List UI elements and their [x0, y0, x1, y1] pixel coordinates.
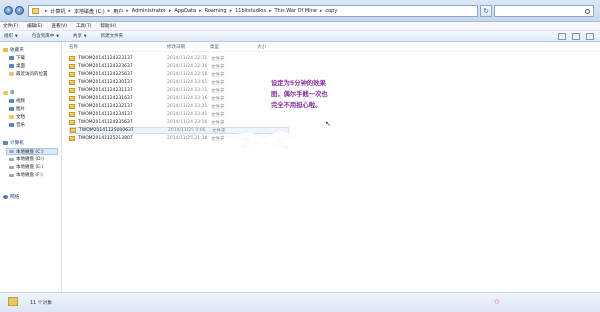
folder-icon	[69, 112, 75, 117]
download-icon	[9, 56, 14, 60]
preview-pane-icon[interactable]	[572, 33, 580, 40]
folder-icon	[69, 120, 75, 125]
annotation-text: 设定为5分钟的效果 图，偶尔手贱一次也 完全不用担心啦。	[271, 80, 328, 109]
breadcrumb-copy[interactable]: ▸ copy	[317, 8, 337, 14]
sidebar-item-drive-e[interactable]: 本地磁盘 (E:)	[9, 164, 43, 170]
menu-edit[interactable]: 编辑(E)	[27, 23, 42, 29]
column-header-date[interactable]: 修改日期	[167, 44, 185, 50]
library-icon	[3, 91, 8, 95]
view-options-icon[interactable]	[558, 33, 566, 40]
item-count: 11 个对象	[30, 301, 53, 306]
watermark-logo-icon: ✿	[494, 298, 500, 306]
sidebar-favorites[interactable]: 收藏夹	[3, 47, 24, 53]
folder-icon	[8, 297, 18, 306]
folder-icon	[70, 128, 76, 133]
include-library-button[interactable]: 包含到库中 ▼	[32, 33, 59, 39]
table-row[interactable]: TWOM20141124223637 2014/11/24 22:36 文件夹	[69, 63, 289, 70]
star-icon	[3, 48, 8, 52]
breadcrumb-computer[interactable]: ▸ 计算机	[42, 8, 66, 15]
sidebar-item-drive-d[interactable]: 本地磁盘 (D:)	[9, 156, 44, 162]
navigation-pane: 收藏夹 下载 桌面 最近访问的位置 库 视频 图片 文档 音乐 计算机 本地磁盘…	[0, 42, 62, 292]
folder-icon	[69, 72, 75, 77]
folder-icon	[69, 88, 75, 93]
refresh-icon[interactable]: ↻	[480, 5, 492, 17]
music-icon	[9, 123, 14, 127]
breadcrumb-administrator[interactable]: ▸ Administrator	[123, 8, 166, 14]
folder-icon	[69, 136, 75, 141]
folder-icon	[69, 64, 75, 69]
folder-icon	[69, 96, 75, 101]
drive-icon	[9, 173, 14, 177]
table-row[interactable]: TWOM20141124225637 2014/11/24 22:56 文件夹	[69, 71, 289, 78]
desktop-icon	[9, 64, 14, 68]
chevron-down-icon: ▼	[15, 34, 18, 38]
menu-help[interactable]: 帮助(H)	[100, 23, 116, 29]
sidebar-item-drive-f[interactable]: 本地磁盘 (F:)	[9, 172, 43, 178]
folder-icon	[69, 80, 75, 85]
sidebar-item-desktop[interactable]: 桌面	[9, 63, 25, 69]
table-row[interactable]: TWOM20141124230137 2014/11/24 23:01 文件夹	[69, 79, 289, 86]
menu-file[interactable]: 文件(F)	[3, 23, 18, 29]
brush-splash-graphic	[224, 129, 296, 149]
column-header-type[interactable]: 类型	[210, 44, 219, 50]
explorer-window: ‹ › ▸ 计算机 ▸ 本地磁盘 (C:) ▸ 用户 ▸ Administrator ▸…	[0, 0, 600, 312]
sidebar-item-recent[interactable]: 最近访问的位置	[9, 71, 48, 77]
command-bar: 组织 ▼ 包含到库中 ▼ 共享 ▼ 新建文件夹	[0, 31, 600, 42]
mouse-cursor-icon: ↖	[325, 120, 331, 128]
organize-button[interactable]: 组织 ▼	[4, 33, 18, 39]
table-row[interactable]: TWOM20141124234137 2014/11/24 23:41 文件夹	[69, 111, 289, 118]
chevron-down-icon: ▼	[83, 34, 87, 38]
sidebar-item-drive-c[interactable]: 本地磁盘 (C:)	[6, 148, 58, 155]
sidebar-item-downloads[interactable]: 下载	[9, 55, 25, 61]
breadcrumb-users[interactable]: ▸ 用户	[105, 8, 124, 15]
network-icon	[3, 195, 8, 199]
search-input[interactable]	[494, 5, 594, 17]
folder-icon	[69, 56, 75, 61]
table-row[interactable]: TWOM20141124232137 2014/11/24 23:21 文件夹	[69, 103, 289, 110]
table-row[interactable]: TWOM20141124231637 2014/11/24 23:16 文件夹	[69, 95, 289, 102]
chevron-down-icon: ▼	[56, 34, 59, 38]
picture-icon	[9, 107, 14, 111]
help-icon[interactable]	[586, 33, 594, 40]
document-icon	[9, 115, 14, 119]
table-row[interactable]: TWOM20141124231137 2014/11/24 23:11 文件夹	[69, 87, 289, 94]
drive-icon	[9, 150, 14, 153]
folder-icon	[69, 104, 75, 109]
view-controls	[558, 33, 594, 40]
sidebar-item-documents[interactable]: 文档	[9, 114, 25, 120]
video-icon	[9, 99, 14, 103]
sidebar-network[interactable]: 网络	[3, 194, 19, 200]
column-header-name[interactable]: 名称	[69, 44, 78, 50]
sidebar-item-videos[interactable]: 视频	[9, 98, 25, 104]
folder-icon	[32, 8, 39, 14]
breadcrumb-roaming[interactable]: ▸ Roaming	[196, 8, 227, 14]
menu-bar: 文件(F) 编辑(E) 查看(V) 工具(T) 帮助(H)	[0, 22, 600, 31]
forward-arrow-icon[interactable]: ›	[15, 6, 24, 15]
address-toolbar: ‹ › ▸ 计算机 ▸ 本地磁盘 (C:) ▸ 用户 ▸ Administrator ▸…	[0, 0, 600, 22]
sidebar-libraries[interactable]: 库	[3, 90, 15, 96]
breadcrumb-this-war-of-mine[interactable]: ▸ This War Of Mine	[266, 8, 317, 14]
computer-icon	[3, 141, 8, 145]
status-bar: 11 个对象	[0, 292, 600, 312]
breadcrumb-11bitstudios[interactable]: ▸ 11bitstudios	[227, 8, 266, 14]
share-button[interactable]: 共享 ▼	[73, 33, 87, 39]
address-bar[interactable]: ▸ 计算机 ▸ 本地磁盘 (C:) ▸ 用户 ▸ Administrator ▸ AppD…	[28, 5, 478, 17]
menu-tools[interactable]: 工具(T)	[76, 23, 91, 29]
header-divider	[63, 51, 600, 52]
recent-places-icon	[9, 72, 14, 76]
drive-icon	[9, 157, 14, 161]
sidebar-item-music[interactable]: 音乐	[9, 122, 25, 128]
column-header-size[interactable]: 大小	[257, 44, 266, 50]
drive-icon	[9, 165, 14, 169]
back-arrow-icon[interactable]: ‹	[4, 6, 13, 15]
new-folder-button[interactable]: 新建文件夹	[101, 33, 124, 39]
table-row[interactable]: TWOM20141124223137 2014/11/24 22:31 文件夹	[69, 55, 289, 62]
search-icon	[585, 8, 590, 14]
menu-view[interactable]: 查看(V)	[51, 23, 67, 29]
breadcrumb-drive-c[interactable]: ▸ 本地磁盘 (C:)	[66, 8, 105, 15]
sidebar-computer[interactable]: 计算机	[3, 140, 24, 146]
breadcrumb-appdata[interactable]: ▸ AppData	[166, 8, 196, 14]
sidebar-item-pictures[interactable]: 图片	[9, 106, 25, 112]
